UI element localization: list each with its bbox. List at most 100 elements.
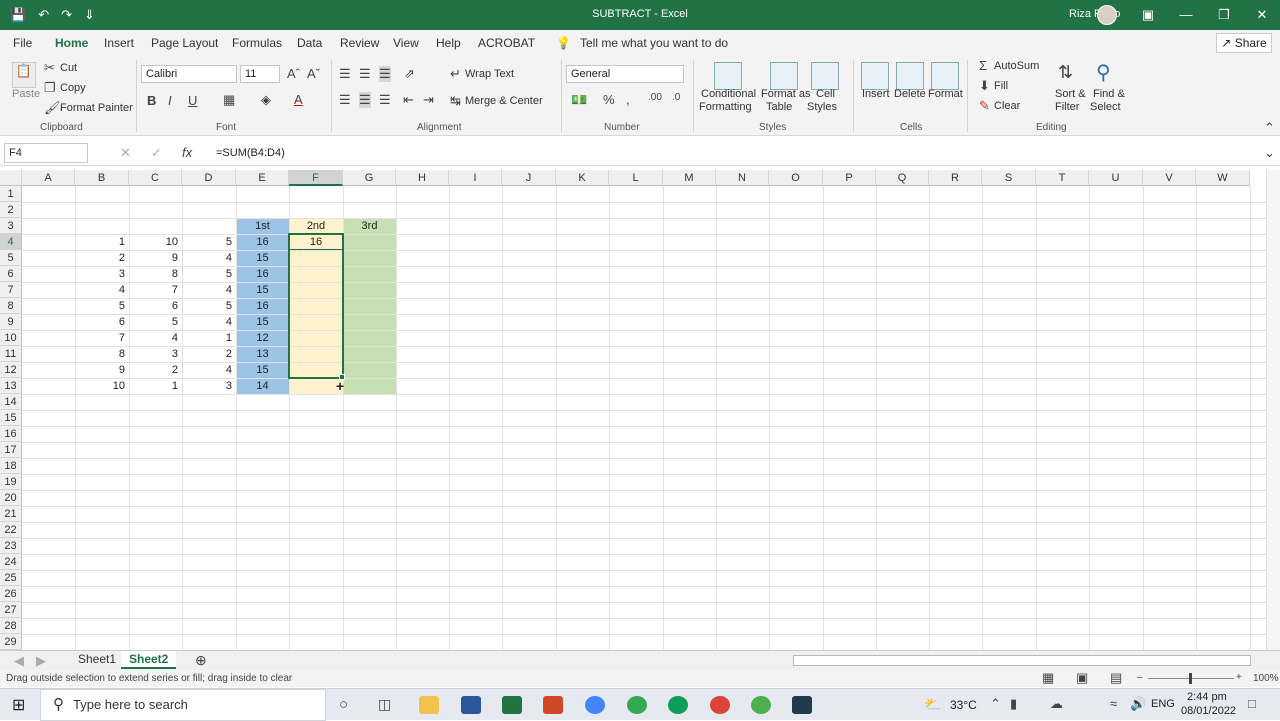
tab-help[interactable]: Help xyxy=(436,36,461,50)
insert-cells-button[interactable]: Insert xyxy=(862,88,890,100)
align-bottom-icon[interactable]: ☰ xyxy=(379,66,391,82)
font-color-icon[interactable]: A xyxy=(294,92,303,107)
row-header-18[interactable]: 18 xyxy=(0,458,22,474)
cell[interactable]: 5 xyxy=(75,298,129,314)
column-header-q[interactable]: Q xyxy=(876,170,929,186)
paste-icon[interactable]: 📋 xyxy=(12,62,36,88)
fill-color-icon[interactable]: ◈ xyxy=(261,92,271,108)
wifi-icon[interactable]: ≈ xyxy=(1110,696,1117,711)
normal-view-icon[interactable]: ▦ xyxy=(1042,670,1054,686)
spreadsheet-grid[interactable]: A B C D E F G H I J K L M N O P Q R S T U V W 1 2 3 4 5 6 7 8 9 10 11 12 13… xyxy=(0,170,1266,650)
prev-sheet-icon[interactable]: ◀ xyxy=(14,653,24,669)
collapse-ribbon-icon[interactable]: ⌃ xyxy=(1264,120,1275,136)
zoom-out-icon[interactable]: – xyxy=(1137,672,1143,683)
conditional-formatting-icon[interactable] xyxy=(714,62,742,90)
autosum-button[interactable]: AutoSum xyxy=(994,60,1039,72)
cell[interactable]: 4 xyxy=(182,362,236,378)
tell-me-search[interactable]: Tell me what you want to do xyxy=(580,36,728,50)
sheet-tab-sheet1[interactable]: Sheet1 xyxy=(70,651,124,669)
chrome-profile-icon[interactable] xyxy=(710,696,730,714)
cell[interactable]: 5 xyxy=(182,234,236,250)
cell[interactable]: 1 xyxy=(75,234,129,250)
conditional-formatting-label[interactable]: Conditional xyxy=(701,88,756,100)
sort-filter-label-2[interactable]: Filter xyxy=(1055,101,1079,113)
delete-cells-button[interactable]: Delete xyxy=(894,88,926,100)
tab-review[interactable]: Review xyxy=(340,36,379,50)
selection-range[interactable] xyxy=(288,233,344,379)
row-header-15[interactable]: 15 xyxy=(0,410,22,426)
row-header-23[interactable]: 23 xyxy=(0,538,22,554)
cell[interactable]: 7 xyxy=(129,282,182,298)
insert-cells-icon[interactable] xyxy=(861,62,889,90)
column-header-e[interactable]: E xyxy=(236,170,289,186)
cell[interactable]: 16 xyxy=(236,234,289,250)
column-header-n[interactable]: N xyxy=(716,170,769,186)
cell[interactable]: 3 xyxy=(182,378,236,394)
cell[interactable]: 10 xyxy=(129,234,182,250)
row-header-4[interactable]: 4 xyxy=(0,234,22,250)
wrap-text-icon[interactable]: ↵ xyxy=(450,66,461,82)
row-header-7[interactable]: 7 xyxy=(0,282,22,298)
number-format-select[interactable]: General xyxy=(566,65,684,83)
row-header-25[interactable]: 25 xyxy=(0,570,22,586)
show-hidden-icons[interactable]: ⌃ xyxy=(990,696,1001,712)
column-header-f[interactable]: F xyxy=(289,170,343,186)
word-icon[interactable] xyxy=(461,696,481,714)
chrome-icon[interactable] xyxy=(585,696,605,714)
next-sheet-icon[interactable]: ▶ xyxy=(36,653,46,669)
task-view-icon[interactable]: ◫ xyxy=(378,696,391,713)
select-all-corner[interactable] xyxy=(0,170,22,186)
row-header-29[interactable]: 29 xyxy=(0,634,22,650)
language-indicator[interactable]: ENG xyxy=(1151,698,1175,710)
tab-view[interactable]: View xyxy=(393,36,419,50)
confirm-entry-icon[interactable]: ✓ xyxy=(151,145,162,161)
active-cell-border[interactable] xyxy=(289,234,343,250)
find-select-label-2[interactable]: Select xyxy=(1090,101,1121,113)
increase-indent-icon[interactable]: ⇥ xyxy=(423,92,434,108)
accounting-format-icon[interactable]: 💵 xyxy=(571,92,587,108)
expand-formula-icon[interactable]: ⌄ xyxy=(1264,145,1275,161)
row-header-16[interactable]: 16 xyxy=(0,426,22,442)
align-left-icon[interactable]: ☰ xyxy=(339,92,351,108)
row-header-11[interactable]: 11 xyxy=(0,346,22,362)
cell[interactable]: 9 xyxy=(75,362,129,378)
file-explorer-icon[interactable] xyxy=(419,696,439,714)
insert-function-icon[interactable]: fx xyxy=(182,145,192,160)
column-header-r[interactable]: R xyxy=(929,170,982,186)
row-header-24[interactable]: 24 xyxy=(0,554,22,570)
format-painter-icon[interactable]: 🖌 xyxy=(44,100,61,116)
name-box[interactable]: F4 xyxy=(4,143,88,163)
windows-start-icon[interactable]: ⊞ xyxy=(12,695,25,715)
cut-icon[interactable]: ✂ xyxy=(44,60,55,76)
cell[interactable]: 2 xyxy=(75,250,129,266)
percent-style-icon[interactable]: % xyxy=(603,92,615,107)
column-header-m[interactable]: M xyxy=(663,170,716,186)
cell[interactable]: 5 xyxy=(182,298,236,314)
tab-home[interactable]: Home xyxy=(55,36,89,58)
ribbon-display-icon[interactable]: ▣ xyxy=(1136,4,1160,26)
column-header-s[interactable]: S xyxy=(982,170,1036,186)
column-header-d[interactable]: D xyxy=(182,170,236,186)
column-header-t[interactable]: T xyxy=(1036,170,1089,186)
horizontal-scrollbar[interactable] xyxy=(793,655,1251,666)
cell[interactable]: 7 xyxy=(75,330,129,346)
align-top-icon[interactable]: ☰ xyxy=(339,66,351,82)
format-as-table-label[interactable]: Format as xyxy=(761,88,811,100)
sheet-tab-sheet2[interactable]: Sheet2 xyxy=(121,651,177,669)
find-select-label[interactable]: Find & xyxy=(1093,88,1125,100)
fill-icon[interactable]: ⬇ xyxy=(979,78,990,94)
merge-center-button[interactable]: Merge & Center xyxy=(465,95,543,107)
increase-decimal-icon[interactable]: .00 xyxy=(648,92,662,103)
cell[interactable]: 4 xyxy=(75,282,129,298)
decrease-indent-icon[interactable]: ⇤ xyxy=(403,92,414,108)
cell[interactable]: 2 xyxy=(129,362,182,378)
cell[interactable]: 2 xyxy=(182,346,236,362)
cell-g3[interactable]: 3rd xyxy=(343,218,396,234)
cell-e3[interactable]: 1st xyxy=(236,218,289,234)
row-header-3[interactable]: 3 xyxy=(0,218,22,234)
tab-acrobat[interactable]: ACROBAT xyxy=(478,36,535,50)
avatar[interactable] xyxy=(1097,5,1117,25)
row-header-5[interactable]: 5 xyxy=(0,250,22,266)
align-middle-icon[interactable]: ☰ xyxy=(359,66,371,82)
powerpoint-icon[interactable] xyxy=(543,696,563,714)
